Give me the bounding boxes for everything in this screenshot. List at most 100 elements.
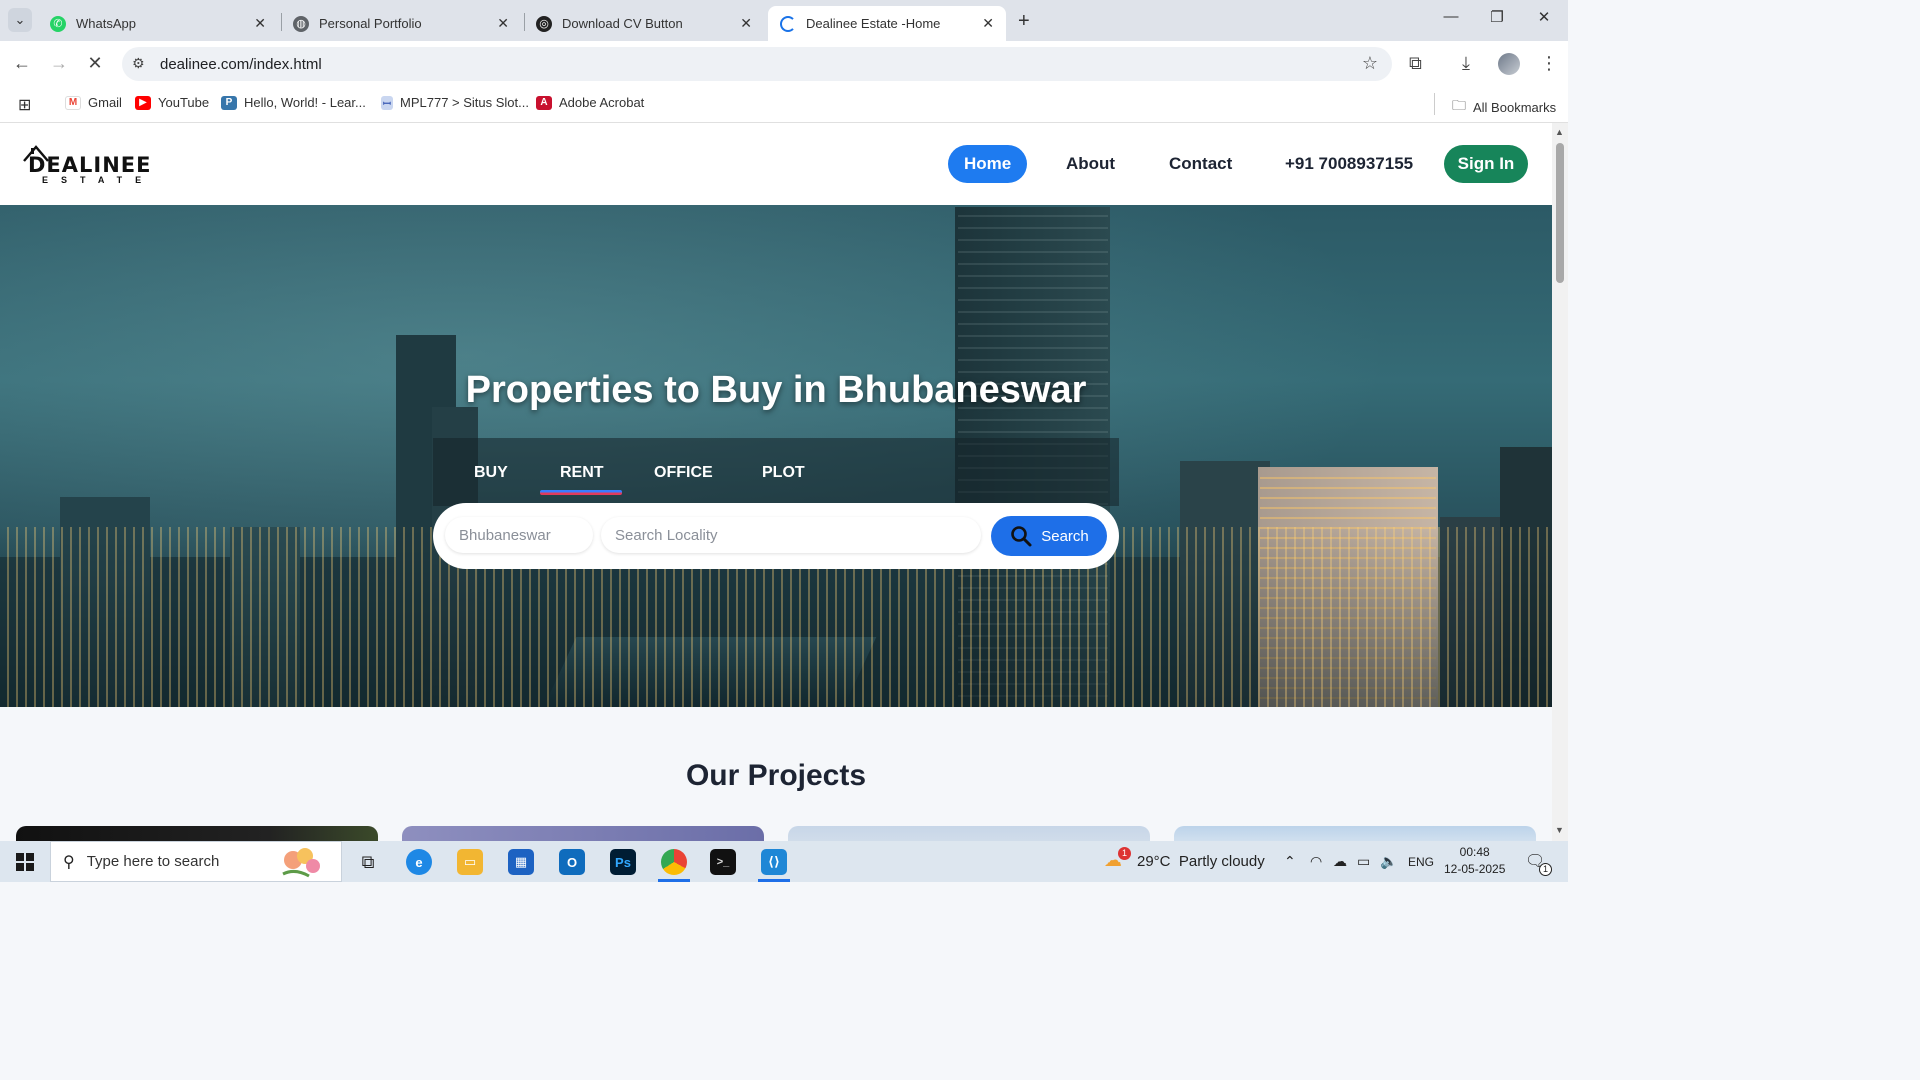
page-scrollbar[interactable]: ▲ ▼	[1552, 123, 1568, 841]
battery-icon[interactable]: ▭	[1357, 853, 1370, 870]
stop-loading-icon[interactable]: ✕	[83, 53, 107, 74]
hero-banner: Properties to Buy in Bhubaneswar BUY REN…	[0, 205, 1552, 707]
photoshop-icon[interactable]: Ps	[610, 849, 636, 875]
windows-start-icon[interactable]	[16, 853, 34, 871]
menu-kebab-icon[interactable]: ⋮	[1540, 53, 1558, 74]
taskbar-search[interactable]: ⚲ Type here to search	[50, 841, 342, 882]
all-bookmarks-label: All Bookmarks	[1473, 99, 1557, 115]
tab-plot[interactable]: PLOT	[762, 464, 805, 482]
close-tab-icon[interactable]: ✕	[254, 15, 266, 32]
bookmark-adobe-acrobat[interactable]: A Adobe Acrobat	[536, 95, 644, 110]
logo-wordmark: DEALINEE	[28, 153, 152, 177]
project-card[interactable]	[788, 826, 1150, 841]
task-view-icon[interactable]: ⧉	[355, 849, 381, 875]
edge-icon[interactable]: e	[406, 849, 432, 875]
show-hidden-icons-icon[interactable]: ⌃	[1284, 853, 1296, 870]
tab-personal-portfolio[interactable]: ◍ Personal Portfolio ✕	[281, 6, 521, 41]
terminal-icon[interactable]: >_	[710, 849, 736, 875]
project-card[interactable]	[1174, 826, 1536, 841]
close-tab-icon[interactable]: ✕	[740, 15, 752, 32]
flower-decoration-icon	[282, 848, 320, 878]
close-tab-icon[interactable]: ✕	[982, 15, 994, 32]
profile-avatar[interactable]	[1498, 53, 1520, 75]
browser-tab-bar: ⌄ ✆ WhatsApp ✕ ◍ Personal Portfolio ✕ ◎ …	[0, 0, 1568, 41]
nav-contact[interactable]: Contact	[1153, 145, 1248, 183]
weather-text[interactable]: 29°C Partly cloudy	[1137, 853, 1265, 870]
scroll-down-icon[interactable]: ▼	[1555, 825, 1564, 835]
globe-icon: ◍	[293, 15, 309, 32]
volume-icon[interactable]: 🔈	[1380, 853, 1397, 870]
search-icon	[1011, 526, 1032, 547]
bookmark-mpl777[interactable]: ꟷ MPL777 > Situs Slot...	[381, 95, 529, 110]
nav-phone[interactable]: +91 7008937155	[1269, 145, 1429, 183]
file-explorer-icon[interactable]: ▭	[457, 849, 483, 875]
search-icon: ⚲	[63, 853, 75, 871]
search-button[interactable]: Search	[991, 516, 1107, 556]
weather-badge: 1	[1118, 847, 1131, 860]
minimize-icon[interactable]: —	[1436, 8, 1466, 25]
tab-office[interactable]: OFFICE	[654, 464, 713, 482]
nav-home[interactable]: Home	[948, 145, 1028, 183]
extensions-icon[interactable]: ⧉	[1409, 53, 1422, 74]
bookmark-label: Gmail	[88, 95, 122, 110]
site-logo[interactable]: DEALINEE ESTATE	[22, 141, 154, 189]
chrome-icon[interactable]	[661, 849, 687, 875]
youtube-icon: ▶	[135, 95, 151, 110]
close-window-icon[interactable]: ✕	[1529, 8, 1559, 26]
close-tab-icon[interactable]: ✕	[497, 15, 509, 32]
logo-subtitle: ESTATE	[42, 175, 155, 185]
vscode-icon[interactable]: ⟨⟩	[761, 849, 787, 875]
property-type-tabs: BUY RENT OFFICE PLOT	[433, 438, 1119, 506]
notification-count: 1	[1539, 863, 1552, 876]
whatsapp-icon: ✆	[50, 15, 66, 32]
scroll-up-icon[interactable]: ▲	[1555, 127, 1564, 137]
outlook-icon[interactable]: O	[559, 849, 585, 875]
restore-icon[interactable]: ❐	[1482, 8, 1512, 26]
apps-grid-icon[interactable]: ⊞	[18, 95, 31, 115]
active-app-indicator	[658, 879, 690, 882]
back-icon[interactable]: ←	[10, 53, 34, 74]
hero-title: Properties to Buy in Bhubaneswar	[465, 369, 1087, 411]
new-tab-icon[interactable]: +	[1018, 10, 1030, 33]
scrollbar-thumb[interactable]	[1556, 143, 1564, 283]
project-card[interactable]	[402, 826, 764, 841]
url-text[interactable]: dealinee.com/index.html	[160, 56, 322, 73]
nav-about[interactable]: About	[1050, 145, 1131, 183]
locality-search-input[interactable]	[601, 517, 981, 553]
bookmark-youtube[interactable]: ▶ YouTube	[135, 95, 209, 110]
site-header: DEALINEE ESTATE Home About Contact +91 7…	[0, 123, 1552, 205]
system-clock[interactable]: 00:48 12-05-2025	[1444, 844, 1505, 878]
tab-dealinee-estate[interactable]: Dealinee Estate -Home ✕	[768, 6, 1006, 41]
all-bookmarks[interactable]: 🗀 All Bookmarks	[1452, 95, 1556, 119]
tab-rent[interactable]: RENT	[560, 464, 604, 482]
tab-download-cv[interactable]: ◎ Download CV Button ✕	[524, 6, 764, 41]
projects-heading: Our Projects	[685, 759, 867, 792]
download-icon[interactable]: ⤓	[1462, 53, 1470, 74]
bookmark-gmail[interactable]: M Gmail	[65, 95, 122, 110]
bookmark-star-icon[interactable]: ☆	[1362, 53, 1378, 74]
property-search-panel: BUY RENT OFFICE PLOT Search	[433, 438, 1119, 569]
wifi-icon[interactable]: ◠	[1310, 853, 1322, 870]
bookmark-hello-world[interactable]: P Hello, World! - Lear...	[221, 95, 366, 110]
search-bar: Search	[433, 503, 1119, 569]
address-bar[interactable]: ⚙ dealinee.com/index.html ☆	[122, 47, 1392, 81]
tab-title: Download CV Button	[562, 16, 683, 31]
bookmark-label: Adobe Acrobat	[559, 95, 645, 110]
forward-icon[interactable]: →	[47, 53, 71, 74]
sign-in-button[interactable]: Sign In	[1444, 145, 1528, 183]
clock-time: 00:48	[1459, 845, 1490, 859]
city-input[interactable]	[445, 517, 593, 553]
tab-buy[interactable]: BUY	[474, 464, 508, 482]
bookmarks-bar: ⊞ M Gmail ▶ YouTube P Hello, World! - Le…	[0, 87, 1568, 123]
store-icon[interactable]: ▦	[508, 849, 534, 875]
folder-icon: 🗀	[1452, 97, 1466, 113]
acrobat-icon: A	[536, 95, 552, 110]
taskbar-search-placeholder: Type here to search	[86, 853, 220, 870]
site-info-icon[interactable]: ⚙	[132, 55, 145, 72]
tab-whatsapp[interactable]: ✆ WhatsApp ✕	[38, 6, 278, 41]
project-card[interactable]	[16, 826, 378, 841]
language-indicator[interactable]: ENG	[1408, 855, 1434, 869]
tab-search-button[interactable]: ⌄	[8, 8, 32, 32]
onedrive-icon[interactable]: ☁	[1333, 853, 1347, 870]
tab-title: Personal Portfolio	[319, 16, 422, 31]
